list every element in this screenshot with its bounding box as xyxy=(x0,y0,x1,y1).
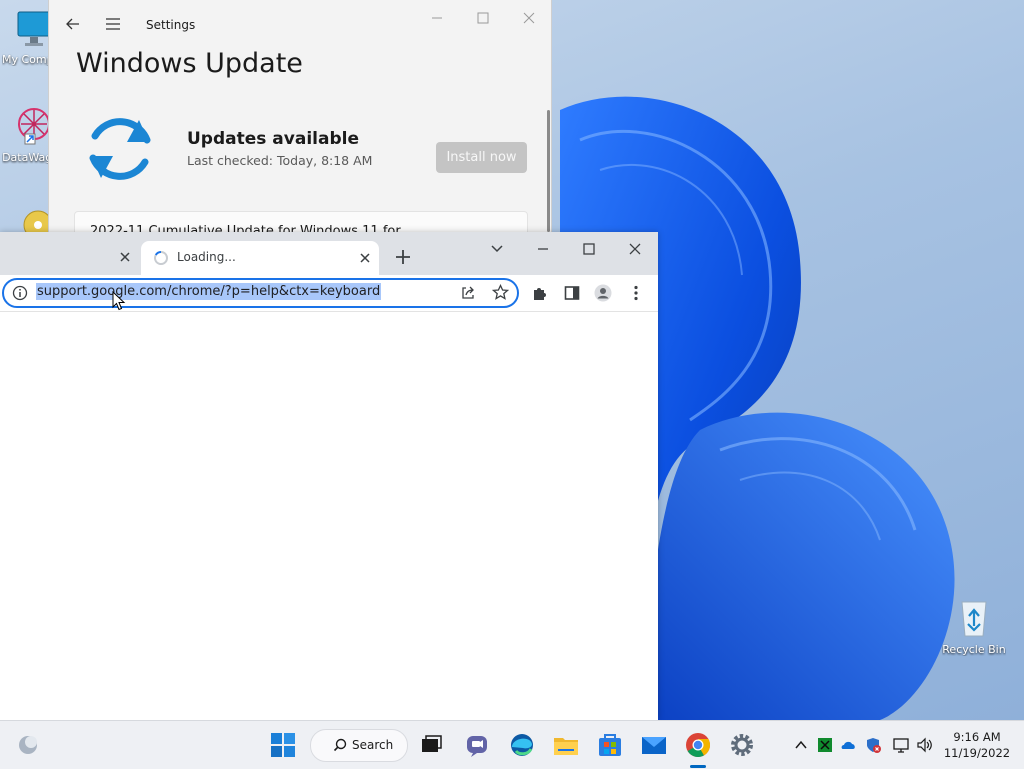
recycle-bin-icon xyxy=(961,601,987,637)
info-icon[interactable] xyxy=(12,285,28,301)
desktop-icon-label: Recycle Bin xyxy=(942,643,1006,656)
store-icon[interactable] xyxy=(594,729,626,761)
chrome-window[interactable]: Loading... support.google.com/chrome/?p=… xyxy=(0,232,658,720)
tab-search-chevron-icon[interactable] xyxy=(486,238,508,260)
clock-date: 11/19/2022 xyxy=(943,746,1011,760)
mouse-cursor-icon xyxy=(112,291,126,311)
chrome-icon[interactable] xyxy=(682,729,714,761)
task-view-icon[interactable] xyxy=(415,729,447,761)
profile-avatar-icon[interactable] xyxy=(594,284,612,302)
taskbar-clock[interactable]: 9:16 AM 11/19/2022 xyxy=(942,729,1012,761)
sync-icon xyxy=(89,118,151,180)
search-icon xyxy=(333,738,347,752)
clock-time: 9:16 AM xyxy=(953,730,1001,744)
settings-app-title: Settings xyxy=(146,18,196,32)
monitor-icon xyxy=(17,11,51,46)
url-text[interactable]: support.google.com/chrome/?p=help&ctx=ke… xyxy=(36,283,382,300)
search-label: Search xyxy=(352,738,394,752)
settings-window[interactable]: Settings Windows Update Updates availabl… xyxy=(48,0,552,233)
chrome-toolbar: support.google.com/chrome/?p=help&ctx=ke… xyxy=(0,275,658,312)
start-icon[interactable] xyxy=(267,729,299,761)
side-panel-icon[interactable] xyxy=(563,284,581,302)
back-arrow-icon[interactable] xyxy=(63,14,83,34)
tab-loading[interactable]: Loading... xyxy=(141,241,379,275)
settings-titlebar[interactable]: Settings xyxy=(49,0,551,48)
page-content xyxy=(0,312,658,720)
volume-icon[interactable] xyxy=(916,736,934,754)
taskbar-search-button[interactable]: Search xyxy=(310,729,408,762)
address-bar[interactable]: support.google.com/chrome/?p=help&ctx=ke… xyxy=(2,278,519,308)
share-icon[interactable] xyxy=(460,285,476,301)
widgets-weather-icon[interactable] xyxy=(12,729,44,761)
update-list-item[interactable]: 2022-11 Cumulative Update for Windows 11… xyxy=(74,211,528,232)
maximize-icon[interactable] xyxy=(578,238,600,260)
bookmark-star-icon[interactable] xyxy=(492,284,509,301)
onedrive-icon[interactable] xyxy=(840,736,858,754)
chevron-up-icon[interactable] xyxy=(792,736,810,754)
update-status-title: Updates available xyxy=(187,129,359,149)
minimize-icon[interactable] xyxy=(532,238,554,260)
last-checked-text: Last checked: Today, 8:18 AM xyxy=(187,153,373,168)
loading-spinner-icon xyxy=(154,250,168,265)
mail-icon[interactable] xyxy=(638,729,670,761)
desktop-icon-recycle-bin[interactable]: Recycle Bin xyxy=(942,596,1006,656)
close-icon[interactable] xyxy=(624,238,646,260)
scrollbar[interactable] xyxy=(547,110,550,232)
tray-app-icon[interactable] xyxy=(816,736,834,754)
install-now-button[interactable]: Install now xyxy=(436,142,527,173)
close-icon[interactable] xyxy=(519,8,539,28)
page-title: Windows Update xyxy=(76,48,303,79)
tab-strip[interactable]: Loading... xyxy=(0,232,658,275)
hamburger-menu-icon[interactable] xyxy=(103,14,123,34)
security-shield-icon[interactable] xyxy=(864,736,882,754)
settings-gear-icon[interactable] xyxy=(726,729,758,761)
network-icon[interactable] xyxy=(892,736,910,754)
teams-chat-icon[interactable] xyxy=(461,729,493,761)
tab-close-icon[interactable] xyxy=(357,250,373,266)
minimize-icon[interactable] xyxy=(427,8,447,28)
edge-icon[interactable] xyxy=(506,729,538,761)
extensions-puzzle-icon[interactable] xyxy=(531,284,549,302)
new-tab-plus-icon[interactable] xyxy=(394,248,412,266)
taskbar: Search 9:16 AM 11/19/2022 xyxy=(0,720,1024,769)
tab-title: Loading... xyxy=(177,250,236,264)
maximize-icon[interactable] xyxy=(473,8,493,28)
kebab-menu-icon[interactable] xyxy=(627,284,645,302)
tab-close-icon[interactable] xyxy=(117,249,133,265)
file-explorer-icon[interactable] xyxy=(550,729,582,761)
